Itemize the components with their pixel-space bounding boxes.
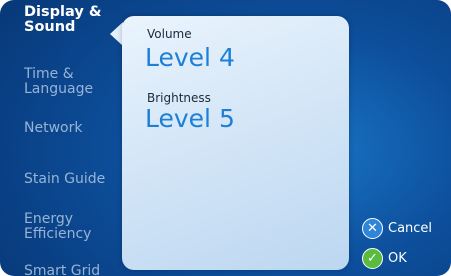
x-icon: ✕ — [362, 218, 383, 239]
ok-button[interactable]: ✓ OK — [362, 248, 407, 269]
brightness-label: Brightness — [147, 91, 211, 105]
menu-item-label: Efficiency — [24, 226, 92, 242]
cancel-button[interactable]: ✕ Cancel — [362, 218, 432, 239]
menu-item-smart-grid[interactable]: Smart Grid — [24, 264, 100, 276]
menu-item-network[interactable]: Network — [24, 121, 82, 136]
menu-item-label: Smart Grid — [24, 263, 101, 276]
menu-item-label: Display & — [24, 4, 102, 20]
menu-item-stain-guide[interactable]: Stain Guide — [24, 172, 105, 187]
menu-item-label: Stain Guide — [24, 171, 106, 187]
menu-item-label: Energy — [24, 211, 74, 227]
menu-item-label: Sound — [24, 19, 76, 35]
brightness-value[interactable]: Level 5 — [145, 104, 235, 133]
ok-label: OK — [388, 251, 407, 266]
menu-item-energy-efficiency[interactable]: Energy Efficiency — [24, 212, 91, 242]
menu-item-label: Language — [24, 81, 94, 97]
volume-value[interactable]: Level 4 — [145, 43, 235, 72]
volume-label: Volume — [147, 27, 192, 41]
cancel-label: Cancel — [388, 221, 433, 236]
screen-frame: Display & Sound Time & Language Network … — [0, 0, 451, 276]
menu-item-label: Time & — [24, 66, 74, 82]
menu-item-time-language[interactable]: Time & Language — [24, 67, 93, 97]
checkmark-icon: ✓ — [362, 248, 383, 269]
menu-item-display-sound[interactable]: Display & Sound — [24, 5, 101, 35]
menu-item-label: Network — [24, 120, 83, 136]
